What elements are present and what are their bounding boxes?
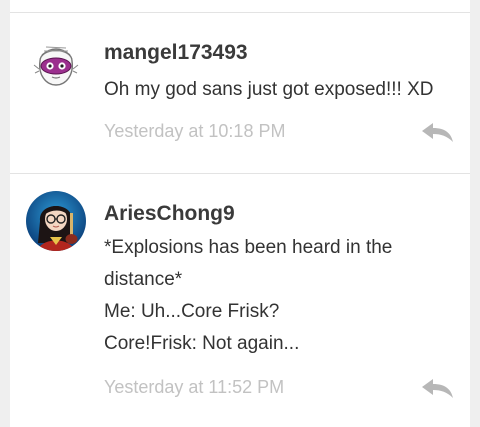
avatar[interactable] xyxy=(26,191,86,251)
comment-body: Oh my god sans just got exposed!!! XD xyxy=(104,74,454,106)
masked-character-avatar-icon xyxy=(26,35,86,95)
reply-arrow-icon[interactable] xyxy=(420,376,456,400)
comment-username[interactable]: mangel173493 xyxy=(104,41,248,65)
comment-item: AriesChong9 *Explosions has been heard i… xyxy=(10,174,470,427)
comment-body-line: *Explosions has been heard in the xyxy=(104,237,393,258)
comment-timestamp: Yesterday at 11:52 PM xyxy=(104,377,285,397)
comment-item: mangel173493 Oh my god sans just got exp… xyxy=(10,13,470,173)
comment-timestamp: Yesterday at 10:18 PM xyxy=(104,121,286,141)
comment-body-line: distance* xyxy=(104,269,183,290)
comment-body: *Explosions has been heard in the distan… xyxy=(104,232,454,360)
comment-body-line: Me: Uh...Core Frisk? xyxy=(104,301,280,322)
reply-arrow-icon[interactable] xyxy=(420,120,456,144)
comment-username[interactable]: AriesChong9 xyxy=(104,202,235,226)
comment-body-line: Core!Frisk: Not again... xyxy=(104,333,300,354)
girl-with-glasses-avatar-icon xyxy=(26,191,86,251)
comment-body-line: Oh my god sans just got exposed!!! XD xyxy=(104,79,434,100)
avatar[interactable] xyxy=(26,35,86,95)
